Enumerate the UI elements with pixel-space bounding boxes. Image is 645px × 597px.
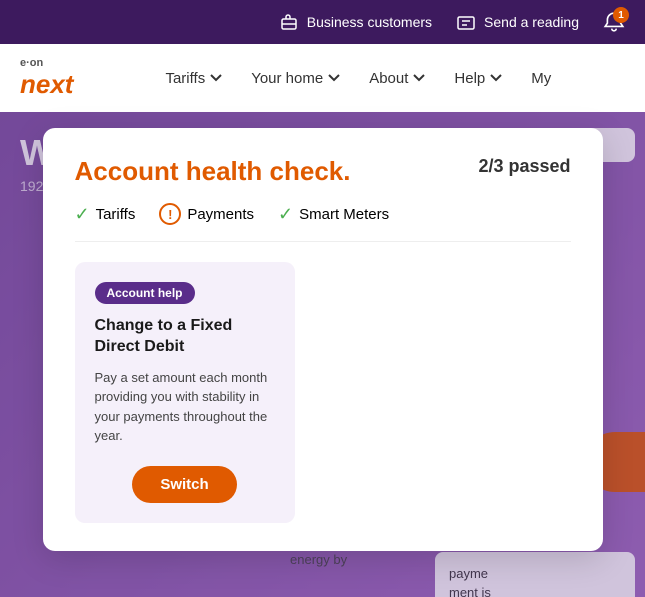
notification-bell[interactable]: 1 — [603, 11, 625, 33]
chevron-down-icon — [209, 71, 223, 85]
nav-my[interactable]: My — [519, 62, 563, 95]
notification-badge: 1 — [613, 7, 629, 23]
nav-about[interactable]: About — [357, 62, 438, 95]
check-payments: ! Payments — [159, 203, 254, 225]
help-card-title: Change to a Fixed Direct Debit — [95, 316, 275, 358]
checkmark-icon: ✓ — [278, 204, 293, 225]
chevron-down-icon — [327, 71, 341, 85]
payments-label: Payments — [187, 206, 254, 223]
chevron-down-icon — [489, 71, 503, 85]
modal-header: Account health check. 2/3 passed — [75, 156, 571, 187]
check-smart-meters: ✓ Smart Meters — [278, 204, 389, 225]
check-items-row: ✓ Tariffs ! Payments ✓ Smart Meters — [75, 203, 571, 242]
chevron-down-icon — [412, 71, 426, 85]
modal-score: 2/3 passed — [478, 156, 570, 177]
help-card: Account help Change to a Fixed Direct De… — [75, 262, 295, 523]
check-tariffs: ✓ Tariffs — [75, 204, 136, 225]
business-customers-link[interactable]: Business customers — [279, 12, 432, 32]
smart-meters-label: Smart Meters — [299, 206, 389, 223]
top-bar: Business customers Send a reading 1 — [0, 0, 645, 44]
nav-tariffs[interactable]: Tariffs — [153, 62, 235, 95]
logo[interactable]: e·on next — [20, 57, 73, 100]
nav-help[interactable]: Help — [442, 62, 515, 95]
nav-bar: e·on next Tariffs Your home About Help M… — [0, 44, 645, 112]
tariffs-label: Tariffs — [96, 206, 136, 223]
switch-button[interactable]: Switch — [132, 466, 236, 503]
modal-overlay: Account health check. 2/3 passed ✓ Tarif… — [0, 112, 645, 597]
account-help-tag: Account help — [95, 282, 195, 304]
logo-eon: e·on — [20, 57, 73, 69]
briefcase-icon — [279, 12, 299, 32]
warning-icon: ! — [159, 203, 181, 225]
send-reading-link[interactable]: Send a reading — [456, 12, 579, 32]
logo-next: next — [20, 69, 73, 100]
checkmark-icon: ✓ — [75, 204, 90, 225]
nav-items: Tariffs Your home About Help My — [153, 62, 625, 95]
business-customers-label: Business customers — [307, 14, 432, 30]
help-card-description: Pay a set amount each month providing yo… — [95, 368, 275, 446]
meter-icon — [456, 12, 476, 32]
nav-your-home[interactable]: Your home — [239, 62, 353, 95]
bell-wrap: 1 — [603, 11, 625, 33]
send-reading-label: Send a reading — [484, 14, 579, 30]
modal-title: Account health check. — [75, 156, 351, 187]
account-health-modal: Account health check. 2/3 passed ✓ Tarif… — [43, 128, 603, 551]
